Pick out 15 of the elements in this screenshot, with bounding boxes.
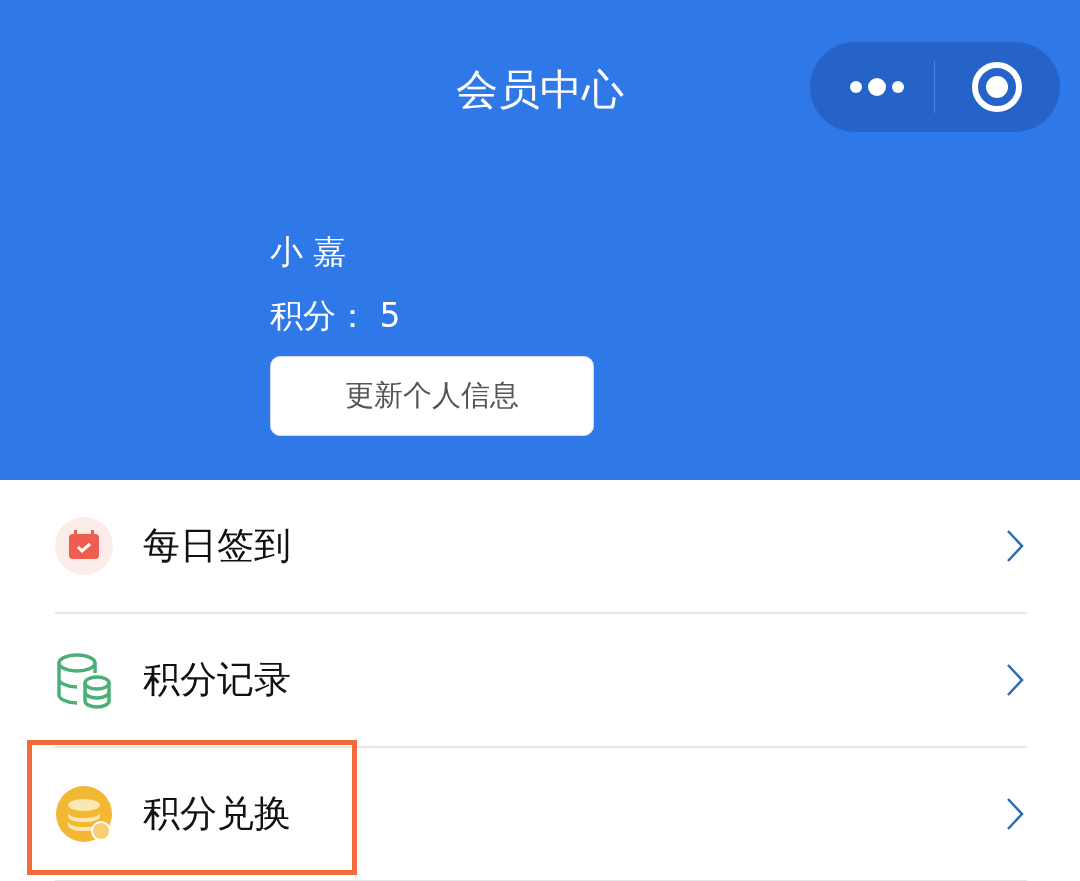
chevron-icon [1005, 663, 1025, 697]
chevron-icon [1005, 797, 1025, 831]
menu-item[interactable]: 积分记录 [0, 614, 1080, 746]
chevron-icon [1005, 529, 1025, 563]
close-icon[interactable] [971, 61, 1023, 113]
menu-item[interactable]: 每日签到 [0, 480, 1080, 612]
coins-icon [55, 651, 113, 709]
user-name: 小 嘉 [270, 231, 348, 273]
points-text: 积分： 5 [270, 295, 402, 337]
page-title: 会员中心 [455, 64, 625, 116]
update-info-button[interactable]: 更新个人信息 [270, 356, 594, 436]
more-icon[interactable] [848, 77, 906, 97]
menu-item[interactable]: 积分兑换 [0, 748, 1080, 880]
calendar-icon [55, 517, 113, 575]
coin-stack-icon [55, 785, 113, 843]
